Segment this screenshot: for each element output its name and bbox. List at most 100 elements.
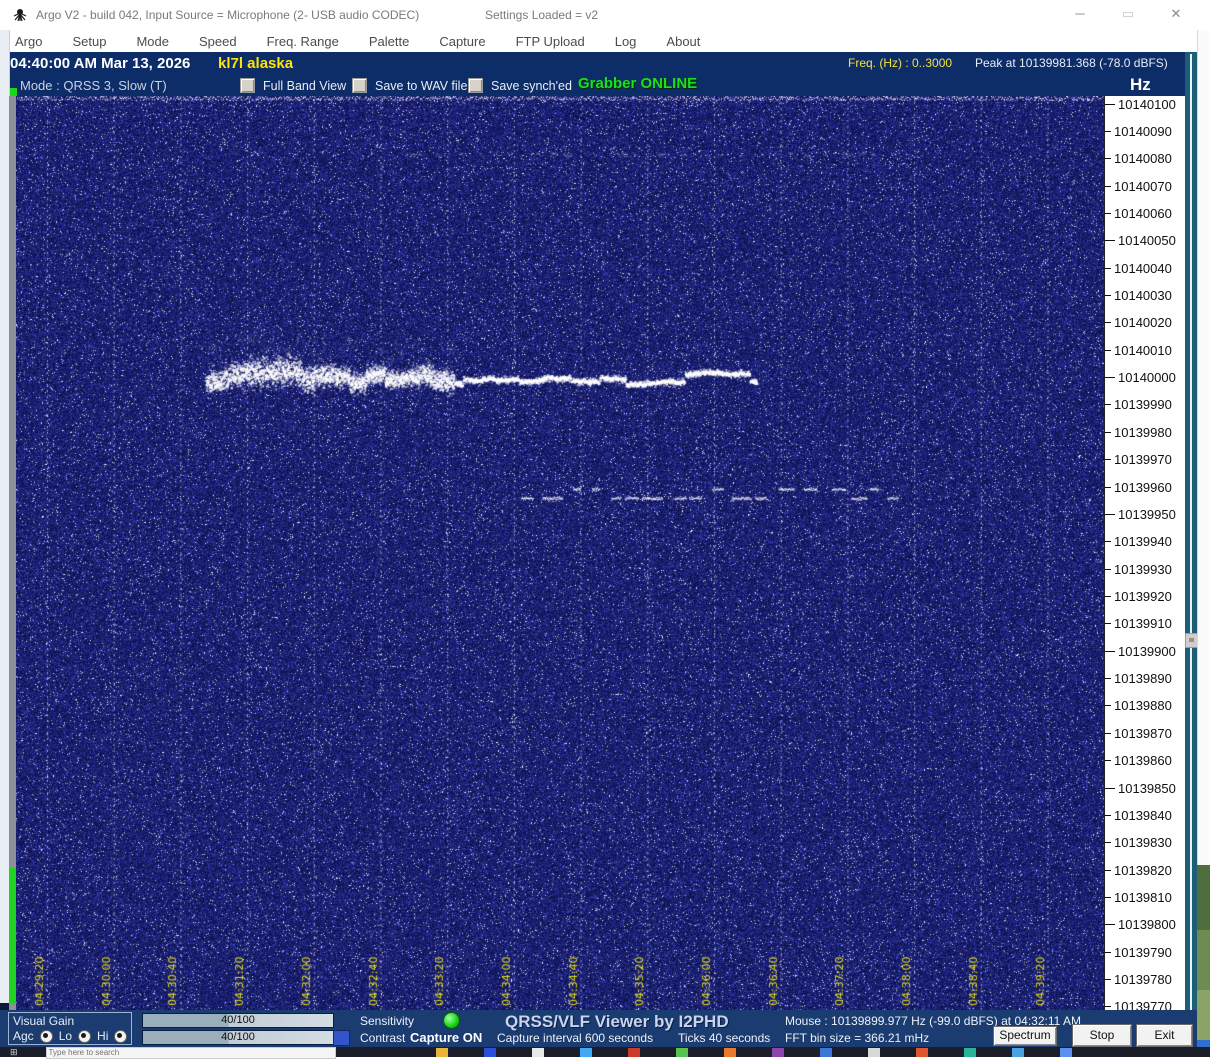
taskbar-app-icon[interactable] xyxy=(963,1048,976,1057)
taskbar-app-icon[interactable] xyxy=(1059,1048,1072,1057)
freq-tick xyxy=(1105,267,1111,269)
freq-tick-label: 10140060 xyxy=(1105,205,1172,221)
menu-item-about[interactable]: About xyxy=(651,34,715,49)
freq-tick-label: 10139990 xyxy=(1105,397,1172,413)
freq-tick-label: 10139910 xyxy=(1105,616,1172,632)
freq-tick-label: 10140100 xyxy=(1105,96,1176,112)
freq-tick xyxy=(1105,979,1111,981)
minimize-button[interactable]: ─ xyxy=(1063,0,1097,28)
taskbar-app-icon[interactable] xyxy=(579,1048,592,1057)
freq-value: 10139800 xyxy=(1118,917,1176,933)
waterfall-spectrogram[interactable] xyxy=(16,96,1104,1010)
menu-item-palette[interactable]: Palette xyxy=(354,34,424,49)
sensitivity-label: Sensitivity xyxy=(360,1014,415,1028)
taskbar-app-icon[interactable] xyxy=(483,1048,496,1057)
freq-value: 10140060 xyxy=(1114,205,1172,221)
taskbar-app-icon[interactable] xyxy=(531,1048,544,1057)
start-button[interactable]: ⊞ xyxy=(10,1047,18,1057)
freq-tick-label: 10139830 xyxy=(1105,835,1172,851)
freq-tick xyxy=(1105,814,1111,816)
checkbox-label: Full Band View xyxy=(263,78,347,93)
freq-tick xyxy=(1105,377,1115,379)
freq-tick xyxy=(1105,787,1115,789)
freq-tick xyxy=(1105,705,1111,707)
checkbox-full-band-view[interactable]: Full Band View xyxy=(240,78,346,93)
menu-item-ftp-upload[interactable]: FTP Upload xyxy=(501,34,600,49)
freq-value: 10139790 xyxy=(1114,944,1172,960)
capture-led xyxy=(443,1012,460,1029)
taskbar-app-icon[interactable] xyxy=(723,1048,736,1057)
desktop-wallpaper-strip xyxy=(1197,930,1210,990)
freq-tick xyxy=(1105,486,1111,488)
freq-tick xyxy=(1105,1006,1111,1008)
checkbox-save-to-wav-file[interactable]: Save to WAV file xyxy=(352,78,467,93)
freq-tick xyxy=(1105,295,1111,297)
windows-taskbar[interactable]: ⊞ xyxy=(0,1047,1210,1059)
settings-loaded-text: Settings Loaded = v2 xyxy=(485,8,599,22)
checkbox-box[interactable] xyxy=(240,78,255,93)
freq-tick-label: 10140070 xyxy=(1105,178,1172,194)
taskbar-app-icon[interactable] xyxy=(675,1048,688,1057)
freq-tick xyxy=(1105,513,1115,515)
menu-item-freq-range[interactable]: Freq. Range xyxy=(252,34,354,49)
stop-button[interactable]: Stop xyxy=(1072,1024,1132,1047)
menu-item-speed[interactable]: Speed xyxy=(184,34,252,49)
taskbar-app-icon[interactable] xyxy=(1011,1048,1024,1057)
menu-item-setup[interactable]: Setup xyxy=(57,34,121,49)
sensitivity-slider[interactable]: 40/100 xyxy=(142,1013,334,1028)
freq-tick-label: 10140040 xyxy=(1105,260,1172,276)
freq-tick-label: 10139970 xyxy=(1105,452,1172,468)
level-indicator-top xyxy=(9,88,17,96)
freq-tick-label: 10139900 xyxy=(1105,643,1176,659)
taskbar-app-icon[interactable] xyxy=(867,1048,880,1057)
freq-value: 10139980 xyxy=(1114,424,1172,440)
desktop-wallpaper-strip xyxy=(1197,865,1210,930)
taskbar-app-icon[interactable] xyxy=(627,1048,640,1057)
grabber-status: Grabber ONLINE xyxy=(578,75,698,92)
callsign-label: kl7l alaska xyxy=(218,55,294,72)
menu-item-mode[interactable]: Mode xyxy=(121,34,184,49)
app-icon xyxy=(13,9,27,22)
checkbox-box[interactable] xyxy=(468,78,483,93)
exit-button[interactable]: Exit xyxy=(1136,1024,1193,1047)
agc-radio-row: Agc Lo Hi xyxy=(13,1029,128,1043)
freq-tick xyxy=(1105,924,1115,926)
signal-level-bar-green xyxy=(9,868,16,1003)
checkbox-label: Save to WAV file xyxy=(375,78,468,93)
radio-label-lo: Lo xyxy=(58,1029,73,1043)
maximize-button[interactable]: ▭ xyxy=(1111,0,1145,28)
checkbox-save-synch-ed[interactable]: Save synch'ed xyxy=(468,78,572,93)
radio-hi[interactable] xyxy=(114,1029,128,1043)
spectrum-button[interactable]: Spectrum xyxy=(993,1026,1057,1046)
freq-tick-label: 10139870 xyxy=(1105,725,1172,741)
slider-end-box[interactable] xyxy=(333,1030,350,1046)
freq-value: 10139970 xyxy=(1114,452,1172,468)
contrast-slider[interactable]: 40/100 xyxy=(142,1030,334,1045)
freq-tick-label: 10139940 xyxy=(1105,534,1172,550)
freq-tick xyxy=(1105,431,1111,433)
window-right-border-line xyxy=(1190,54,1192,1044)
close-button[interactable]: ✕ xyxy=(1159,0,1193,28)
taskbar-app-icon[interactable] xyxy=(435,1048,448,1057)
mode-label: Mode : QRSS 3, Slow (T) xyxy=(20,78,167,93)
freq-range-label: Freq. (Hz) : 0..3000 xyxy=(848,56,953,70)
taskbar-app-icon[interactable] xyxy=(771,1048,784,1057)
checkbox-box[interactable] xyxy=(352,78,367,93)
freq-tick xyxy=(1105,212,1111,214)
menu-item-capture[interactable]: Capture xyxy=(424,34,500,49)
freq-tick xyxy=(1105,951,1111,953)
taskbar-app-icon[interactable] xyxy=(915,1048,928,1057)
search-input[interactable] xyxy=(46,1048,335,1057)
menu-item-log[interactable]: Log xyxy=(600,34,652,49)
freq-tick-label: 10139980 xyxy=(1105,424,1172,440)
freq-tick-label: 10139930 xyxy=(1105,561,1172,577)
radio-lo[interactable] xyxy=(78,1029,92,1043)
freq-value: 10139990 xyxy=(1114,397,1172,413)
freq-value: 10139840 xyxy=(1114,807,1172,823)
freq-tick-label: 10139810 xyxy=(1105,889,1172,905)
freq-tick-label: 10139840 xyxy=(1105,807,1172,823)
taskbar-app-icon[interactable] xyxy=(819,1048,832,1057)
taskbar-search[interactable] xyxy=(45,1047,336,1059)
radio-agc[interactable] xyxy=(39,1029,53,1043)
checkbox-label: Save synch'ed xyxy=(491,78,572,93)
